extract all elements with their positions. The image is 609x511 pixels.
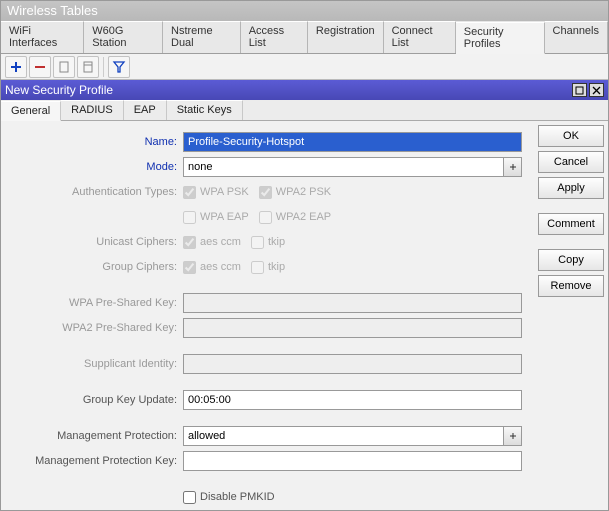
name-field[interactable] bbox=[183, 132, 522, 152]
enable-button[interactable] bbox=[53, 56, 75, 78]
mode-dropdown-button[interactable] bbox=[504, 157, 522, 177]
unicast-aes-label: aes ccm bbox=[200, 236, 241, 248]
group-key-update-field[interactable] bbox=[183, 390, 522, 410]
plus-icon bbox=[9, 60, 23, 74]
tab-w60g-station[interactable]: W60G Station bbox=[84, 21, 163, 53]
wpa-psk-key-label: WPA Pre-Shared Key: bbox=[1, 297, 183, 309]
chevron-down-icon bbox=[509, 163, 517, 171]
management-protection-key-field[interactable] bbox=[183, 451, 522, 471]
mode-field[interactable] bbox=[183, 157, 504, 177]
management-protection-field[interactable] bbox=[183, 426, 504, 446]
group-aes-checkbox[interactable] bbox=[183, 261, 196, 274]
group-ciphers-label: Group Ciphers: bbox=[1, 261, 183, 273]
add-button[interactable] bbox=[5, 56, 27, 78]
wpa-psk-key-field[interactable] bbox=[183, 293, 522, 313]
unicast-aes-checkbox[interactable] bbox=[183, 236, 196, 249]
wpa2-psk-key-field[interactable] bbox=[183, 318, 522, 338]
wpa-psk-label: WPA PSK bbox=[200, 186, 249, 198]
side-buttons: OK Cancel Apply Comment Copy Remove bbox=[534, 121, 608, 511]
wpa2-eap-checkbox[interactable] bbox=[259, 211, 272, 224]
management-protection-key-label: Management Protection Key: bbox=[1, 455, 183, 467]
filter-button[interactable] bbox=[108, 56, 130, 78]
copy-button[interactable]: Copy bbox=[538, 249, 604, 271]
chevron-down-icon bbox=[509, 432, 517, 440]
group-tkip-checkbox[interactable] bbox=[251, 261, 264, 274]
unicast-tkip-label: tkip bbox=[268, 236, 285, 248]
tab-radius[interactable]: RADIUS bbox=[61, 100, 124, 120]
subwindow-close-button[interactable] bbox=[589, 83, 604, 97]
tab-general[interactable]: General bbox=[1, 101, 61, 121]
management-protection-dropdown-button[interactable] bbox=[504, 426, 522, 446]
subwindow-title: New Security Profile bbox=[5, 83, 113, 97]
comment-button[interactable]: Comment bbox=[538, 213, 604, 235]
ok-button[interactable]: OK bbox=[538, 125, 604, 147]
close-icon bbox=[592, 86, 601, 95]
tab-static-keys[interactable]: Static Keys bbox=[167, 100, 243, 120]
window-title: Wireless Tables bbox=[1, 1, 608, 21]
tab-wifi-interfaces[interactable]: WiFi Interfaces bbox=[1, 21, 84, 53]
outer-tabs: WiFi Interfaces W60G Station Nstreme Dua… bbox=[1, 21, 608, 54]
tab-nstreme-dual[interactable]: Nstreme Dual bbox=[163, 21, 241, 53]
document2-icon bbox=[81, 60, 95, 74]
supplicant-identity-label: Supplicant Identity: bbox=[1, 358, 183, 370]
unicast-tkip-checkbox[interactable] bbox=[251, 236, 264, 249]
disable-pmkid-label: Disable PMKID bbox=[200, 491, 275, 503]
tab-registration[interactable]: Registration bbox=[308, 21, 384, 53]
form-area: Name: Mode: bbox=[1, 121, 534, 511]
wpa2-psk-key-label: WPA2 Pre-Shared Key: bbox=[1, 322, 183, 334]
mode-label: Mode: bbox=[1, 161, 183, 173]
wpa-eap-label: WPA EAP bbox=[200, 211, 249, 223]
tab-connect-list[interactable]: Connect List bbox=[384, 21, 456, 53]
wpa2-eap-label: WPA2 EAP bbox=[276, 211, 331, 223]
cancel-button[interactable]: Cancel bbox=[538, 151, 604, 173]
disable-button[interactable] bbox=[77, 56, 99, 78]
tab-channels[interactable]: Channels bbox=[545, 21, 608, 53]
management-protection-label: Management Protection: bbox=[1, 430, 183, 442]
group-key-update-label: Group Key Update: bbox=[1, 394, 183, 406]
security-profile-window: New Security Profile General RADIUS EAP … bbox=[1, 80, 608, 511]
wpa2-psk-checkbox[interactable] bbox=[259, 186, 272, 199]
minus-icon bbox=[33, 60, 47, 74]
auth-types-label: Authentication Types: bbox=[1, 186, 183, 198]
document-icon bbox=[57, 60, 71, 74]
inner-tabs: General RADIUS EAP Static Keys bbox=[1, 100, 608, 121]
toolbar bbox=[1, 54, 608, 80]
tab-access-list[interactable]: Access List bbox=[241, 21, 308, 53]
tab-security-profiles[interactable]: Security Profiles bbox=[456, 22, 545, 54]
remove-button[interactable] bbox=[29, 56, 51, 78]
tab-eap[interactable]: EAP bbox=[124, 100, 167, 120]
restore-icon bbox=[575, 86, 584, 95]
subwindow-restore-button[interactable] bbox=[572, 83, 587, 97]
group-tkip-label: tkip bbox=[268, 261, 285, 273]
funnel-icon bbox=[112, 60, 126, 74]
wpa2-psk-label: WPA2 PSK bbox=[276, 186, 331, 198]
unicast-ciphers-label: Unicast Ciphers: bbox=[1, 236, 183, 248]
subwindow-titlebar: New Security Profile bbox=[1, 80, 608, 100]
group-aes-label: aes ccm bbox=[200, 261, 241, 273]
name-label: Name: bbox=[1, 136, 183, 148]
wpa-eap-checkbox[interactable] bbox=[183, 211, 196, 224]
apply-button[interactable]: Apply bbox=[538, 177, 604, 199]
remove-button[interactable]: Remove bbox=[538, 275, 604, 297]
supplicant-identity-field[interactable] bbox=[183, 354, 522, 374]
wpa-psk-checkbox[interactable] bbox=[183, 186, 196, 199]
disable-pmkid-checkbox[interactable] bbox=[183, 491, 196, 504]
